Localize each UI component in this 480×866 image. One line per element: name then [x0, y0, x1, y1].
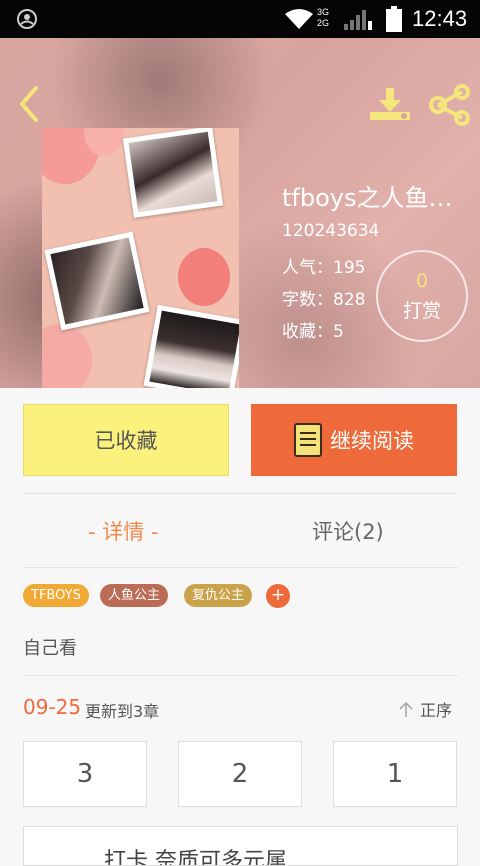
wifi-icon: [285, 9, 313, 29]
divider: [23, 567, 458, 568]
cover-photo: [122, 128, 224, 218]
book-title: tfboys之人鱼…: [282, 184, 453, 212]
chevron-left-icon[interactable]: [14, 84, 44, 124]
arrow-up-icon: [399, 702, 413, 717]
continue-reading-label: 继续阅读: [330, 429, 414, 453]
sort-order-label: 正序: [420, 701, 453, 720]
book-cover[interactable]: [42, 128, 239, 388]
chapter-button[interactable]: 2: [178, 741, 302, 807]
word-count-stat: 字数：828: [282, 290, 366, 310]
book-description: 自己看: [23, 638, 77, 659]
status-bar: 3G 2G 12:43: [0, 0, 480, 38]
continue-reading-button[interactable]: 继续阅读: [251, 404, 457, 476]
status-time: 12:43: [412, 6, 468, 31]
collected-button[interactable]: 已收藏: [23, 404, 229, 476]
chapter-button[interactable]: 3: [23, 741, 147, 807]
book-id: 120243634: [282, 221, 380, 241]
tag-revenge-princess[interactable]: 复仇公主: [184, 584, 253, 607]
update-text: 更新到3章: [85, 702, 160, 721]
balloon-decoration: [42, 324, 92, 388]
chapter-title-partial: 打卡 奈质可多元属: [104, 849, 287, 866]
share-icon[interactable]: [428, 84, 472, 126]
download-icon[interactable]: [368, 86, 412, 124]
tab-detail[interactable]: - 详情 -: [88, 516, 159, 546]
network-type-2g: 2G: [317, 18, 330, 28]
reward-count: 0: [415, 270, 429, 292]
add-tag-button[interactable]: +: [266, 584, 290, 608]
divider: [23, 493, 458, 494]
cover-photo: [44, 231, 150, 331]
tag-mermaid-princess[interactable]: 人鱼公主: [100, 584, 169, 607]
network-type: 3G 2G: [317, 7, 329, 29]
balloon-decoration: [178, 248, 230, 306]
reward-button[interactable]: 0 打赏: [376, 250, 468, 342]
battery-icon: [386, 6, 402, 32]
chapter-list-card[interactable]: 打卡 奈质可多元属: [23, 826, 458, 866]
popularity-stat: 人气：195: [282, 258, 366, 278]
sort-order-toggle[interactable]: 正序: [398, 697, 452, 721]
signal-icon: [344, 10, 372, 30]
favorites-stat: 收藏：5: [282, 322, 344, 342]
reward-label: 打赏: [402, 300, 441, 322]
account-icon: [17, 9, 37, 29]
tab-comments[interactable]: 评论(2): [312, 516, 384, 546]
chapter-button[interactable]: 1: [333, 741, 457, 807]
network-type-3g: 3G: [317, 7, 330, 17]
book-header: tfboys之人鱼… 120243634 人气：195 字数：828 收藏：5 …: [0, 38, 480, 388]
book-icon: [294, 423, 322, 457]
update-date: 09-25: [23, 695, 82, 719]
tag-tfboys[interactable]: TFBOYS: [23, 584, 89, 607]
cover-photo: [143, 304, 239, 388]
divider: [23, 675, 458, 676]
